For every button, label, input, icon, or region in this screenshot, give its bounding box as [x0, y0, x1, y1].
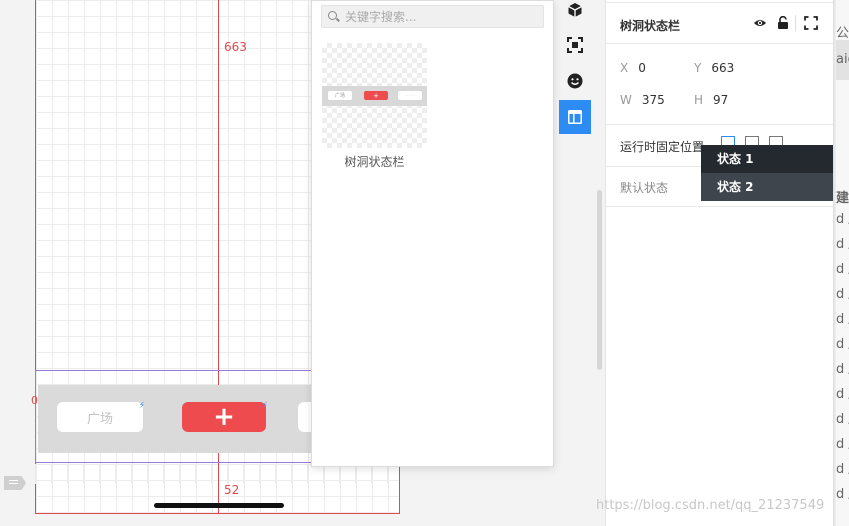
- peek-text: 建: [836, 191, 849, 206]
- y-label: Y: [694, 61, 702, 75]
- y-field[interactable]: Y 663: [694, 61, 734, 75]
- x-label: X: [620, 61, 629, 75]
- bolt-icon: ⚡: [138, 401, 145, 411]
- peek-text: d /: [836, 412, 849, 427]
- plaza-tab-button[interactable]: 广场 ⚡: [57, 401, 145, 432]
- home-indicator: [154, 503, 284, 508]
- thumbnail-center-pill: +: [364, 91, 388, 100]
- state-dropdown-menu: 状态 1 状态 2: [701, 145, 833, 201]
- search-icon: [328, 11, 339, 22]
- peek-text: d /: [836, 262, 849, 277]
- component-label: 树洞状态栏: [344, 155, 405, 169]
- unlock-icon[interactable]: [777, 16, 789, 30]
- thumbnail-left-pill: 广场: [328, 91, 352, 100]
- peek-text: d /: [836, 487, 849, 502]
- status-bar-component[interactable]: 广场 ⚡ + ⚡: [38, 385, 338, 453]
- peek-text: 公: [836, 26, 849, 41]
- divider: [606, 2, 834, 3]
- eye-icon[interactable]: [753, 16, 767, 30]
- default-state-label[interactable]: 默认状态: [620, 179, 668, 196]
- peek-text: d /: [836, 212, 849, 227]
- x-value[interactable]: 0: [638, 61, 646, 75]
- background-window: 公 aio 建 d / d / d / d / d / d / d / d / …: [836, 0, 849, 526]
- tool-rail: [559, 0, 591, 140]
- properties-panel: 树洞状态栏 X0 Y 663 W 375 H 97 运行时固定位置 默认状态: [605, 0, 834, 526]
- state-2-option[interactable]: 状态 2: [701, 173, 833, 201]
- rail-cube-button[interactable]: [559, 0, 591, 27]
- watermark-text: https://blog.csdn.net/qq_21237549: [596, 498, 825, 513]
- component-thumbnail[interactable]: 广场 + · · ·: [322, 43, 427, 148]
- rail-layout-button[interactable]: [559, 100, 591, 134]
- rail-emoji-button[interactable]: [559, 64, 591, 98]
- peek-text: aio: [836, 52, 849, 67]
- left-distance-measure: 0: [31, 394, 38, 407]
- peek-text: d /: [836, 462, 849, 477]
- layout-icon: [568, 110, 582, 124]
- x-field[interactable]: X0: [620, 61, 646, 75]
- h-field[interactable]: H 97: [694, 93, 728, 107]
- w-value[interactable]: 375: [642, 93, 665, 107]
- add-button[interactable]: + ⚡: [182, 401, 268, 432]
- divider: [606, 124, 834, 125]
- y-value[interactable]: 663: [711, 61, 734, 75]
- fixed-position-label: 运行时固定位置: [620, 140, 705, 154]
- w-label: W: [620, 93, 632, 107]
- header-actions: [753, 15, 818, 31]
- peek-text: d /: [836, 237, 849, 252]
- rail-scan-button[interactable]: [559, 28, 591, 62]
- header-separator: [795, 15, 796, 31]
- add-button-label: +: [213, 402, 235, 432]
- search-box[interactable]: [321, 5, 544, 28]
- peek-text: d /: [836, 312, 849, 327]
- divider: [606, 206, 834, 207]
- search-input[interactable]: [345, 9, 535, 24]
- comment-icon[interactable]: [4, 476, 26, 490]
- thumbnail-right-pill: · · ·: [398, 91, 422, 100]
- component-title: 树洞状态栏: [620, 19, 681, 33]
- peek-text: d /: [836, 437, 849, 452]
- peek-text: d /: [836, 387, 849, 402]
- component-library-panel: 广场 + · · · 树洞状态栏: [311, 0, 554, 467]
- scan-icon: [567, 37, 583, 53]
- divider: [606, 43, 834, 44]
- scrollbar[interactable]: [597, 190, 602, 370]
- bolt-icon: ⚡: [261, 401, 268, 411]
- cube-icon: [568, 3, 582, 17]
- thumbnail-bar: 广场 + · · ·: [322, 86, 427, 106]
- plaza-tab-label: 广场: [86, 411, 113, 427]
- peek-text: d /: [836, 337, 849, 352]
- peek-text: d /: [836, 287, 849, 302]
- top-distance-measure: 663: [224, 40, 247, 54]
- w-field[interactable]: W 375: [620, 93, 665, 107]
- bottom-distance-measure: 52: [224, 483, 240, 497]
- smiley-icon: [567, 73, 583, 89]
- peek-text: d /: [836, 362, 849, 377]
- state-1-option[interactable]: 状态 1: [701, 145, 833, 173]
- fullscreen-icon[interactable]: [804, 16, 818, 30]
- h-value[interactable]: 97: [713, 93, 728, 107]
- h-label: H: [694, 93, 704, 107]
